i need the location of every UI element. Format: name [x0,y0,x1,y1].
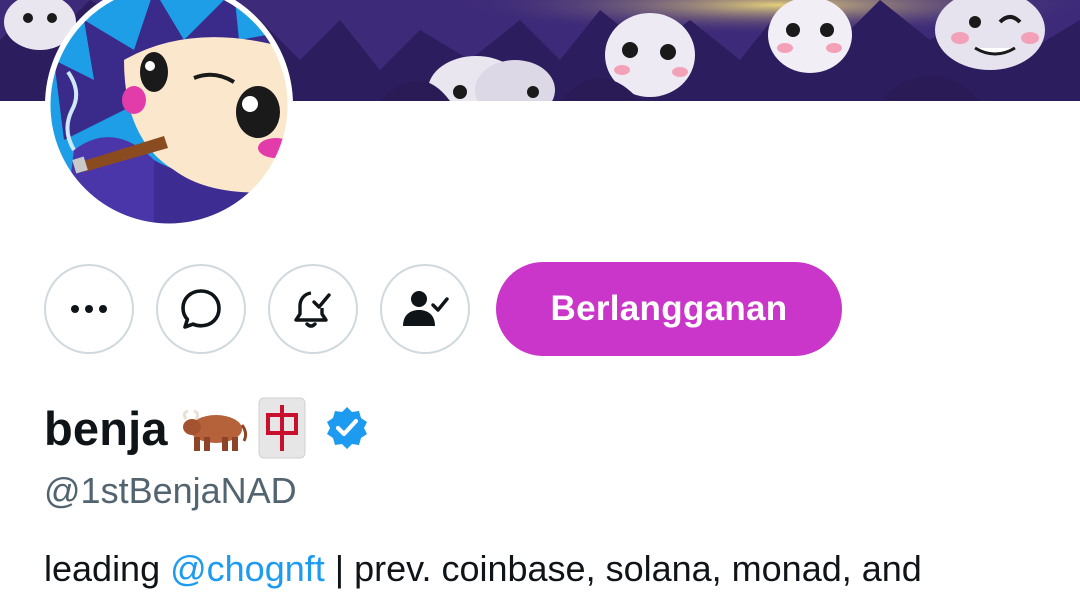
more-dots-icon [71,305,107,313]
display-name: benja [44,401,168,455]
profile-actions: Berlangganan [44,262,842,356]
bio-suffix: | prev. coinbase, solana, monad, and [324,548,922,589]
notify-button[interactable] [268,264,358,354]
mahjong-red-dragon-emoji-icon [258,397,306,459]
display-name-row: benja [44,393,370,463]
subscribe-button[interactable]: Berlangganan [496,262,842,356]
person-check-icon [403,291,449,326]
following-button[interactable] [380,264,470,354]
profile-page: Berlangganan benja @1stBenjaNAD leading … [0,0,1080,608]
profile-avatar[interactable] [44,0,294,228]
message-bubble-icon [181,289,221,329]
user-handle: @1stBenjaNAD [44,470,297,511]
ox-emoji-icon [182,409,247,451]
more-button[interactable] [44,264,134,354]
mascot-avatar-image [45,0,293,228]
message-button[interactable] [156,264,246,354]
bio-mention-link[interactable]: @chognft [170,548,325,589]
profile-bio: leading @chognft | prev. coinbase, solan… [44,548,922,590]
verified-badge-icon [326,407,367,449]
bell-check-icon [294,291,331,328]
bio-prefix: leading [44,548,171,589]
